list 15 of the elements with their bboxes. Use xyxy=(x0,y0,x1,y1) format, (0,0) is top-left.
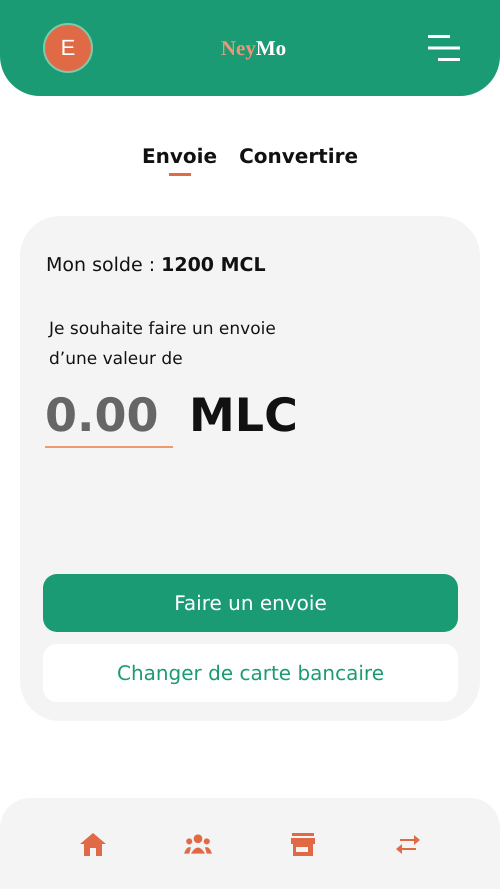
home-icon[interactable] xyxy=(80,832,106,856)
store-icon[interactable] xyxy=(290,832,314,856)
send-button[interactable]: Faire un envoie xyxy=(43,574,458,632)
menu-icon[interactable] xyxy=(428,35,462,61)
swap-icon[interactable] xyxy=(396,834,420,854)
currency-label: MLC xyxy=(189,388,298,442)
avatar-button[interactable]: E xyxy=(43,23,93,73)
amount-field[interactable]: 0.00 xyxy=(45,388,173,448)
people-icon[interactable] xyxy=(184,833,212,855)
change-card-button[interactable]: Changer de carte bancaire xyxy=(43,644,458,702)
tab[interactable]: Convertire xyxy=(239,144,358,176)
balance-text: Mon solde : 1200 MCL xyxy=(46,254,267,276)
app-logo: NeyMo xyxy=(220,36,286,60)
tab[interactable]: Envoie xyxy=(142,144,218,176)
prompt-text: Je souhaite faire un envoie d’une valeur de xyxy=(49,318,277,371)
